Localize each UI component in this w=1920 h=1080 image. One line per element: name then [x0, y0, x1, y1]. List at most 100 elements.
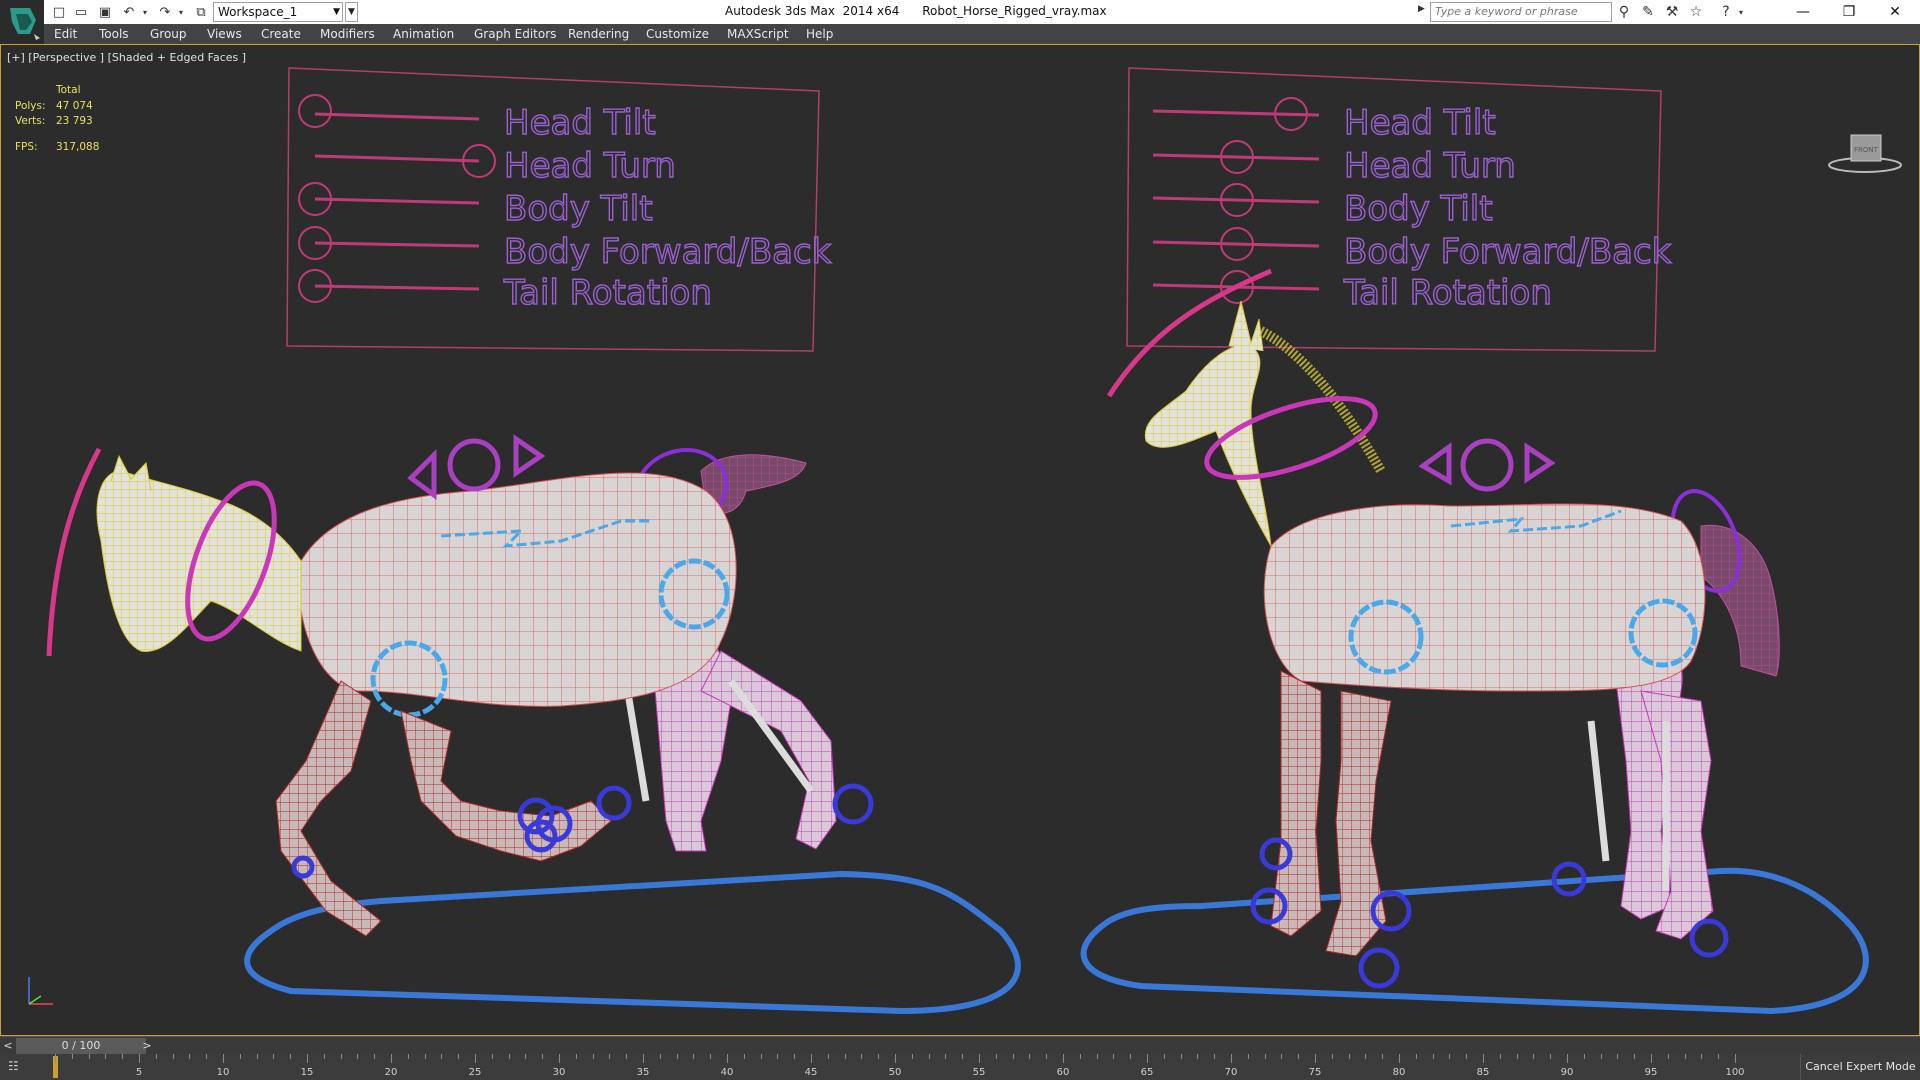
frame-tick: [1163, 1054, 1165, 1059]
frame-tick: [760, 1054, 762, 1059]
menu-create[interactable]: Create: [261, 27, 301, 41]
horse-right[interactable]: [1080, 268, 1869, 1015]
undo-dropdown-icon[interactable]: ▾: [140, 3, 150, 21]
app-logo-button[interactable]: [0, 0, 44, 44]
quick-access-menu-icon[interactable]: ▼: [345, 2, 358, 22]
menu-animation[interactable]: Animation: [393, 27, 454, 41]
slider-track-body-forward-back-left: [314, 241, 480, 248]
frame-tick: [911, 1054, 913, 1059]
frame-tick: [743, 1054, 745, 1059]
frame-tick-label: 60: [1056, 1067, 1070, 1078]
favorites-star-icon[interactable]: ☆: [1686, 3, 1706, 21]
frame-tick: [878, 1054, 880, 1059]
next-frame-button[interactable]: >: [140, 1038, 154, 1054]
restore-button[interactable]: ❐: [1826, 0, 1872, 24]
save-file-icon[interactable]: ▣: [96, 3, 114, 21]
control-panel-right[interactable]: Head Tilt Head Turn Body Tilt Body Forwa…: [1126, 67, 1672, 352]
menu-help[interactable]: Help: [806, 27, 833, 41]
ground-control-right[interactable]: [1080, 867, 1869, 1015]
time-slider-thumb[interactable]: 0 / 100: [16, 1038, 146, 1054]
frame-tick: [239, 1054, 241, 1059]
open-file-icon[interactable]: ▭: [72, 3, 90, 21]
label-tail-rotation-left: Tail Rotation: [503, 273, 712, 313]
cancel-expert-mode-button[interactable]: Cancel Expert Mode: [1800, 1054, 1920, 1080]
frame-tick-label: 85: [1476, 1067, 1490, 1078]
label-body-forward-back-left: Body Forward/Back: [504, 232, 832, 272]
minimize-button[interactable]: —: [1780, 0, 1826, 24]
frame-tick: [1499, 1054, 1501, 1059]
frame-tick-label: 40: [720, 1067, 734, 1078]
frame-tick: [407, 1054, 409, 1059]
menu-modifiers[interactable]: Modifiers: [320, 27, 375, 41]
frame-ruler[interactable]: 5 10 15 20 25 30 35 40 45 50 55 60 65 70 75 80 85 90 95 100: [55, 1054, 1745, 1080]
new-file-icon[interactable]: □: [50, 3, 68, 21]
frame-tick: [928, 1054, 930, 1059]
frame-tick-label: 5: [135, 1067, 143, 1078]
frame-tick: [945, 1054, 947, 1059]
menu-graph-editors[interactable]: Graph Editors: [474, 27, 556, 41]
frame-tick: [290, 1054, 292, 1059]
search-expand-icon[interactable]: ▶: [1418, 4, 1428, 20]
frame-tick-label: 25: [468, 1067, 482, 1078]
frame-tick: [1298, 1054, 1300, 1059]
menu-rendering[interactable]: Rendering: [568, 27, 629, 41]
axis-tripod-icon: [28, 977, 53, 1005]
menu-views[interactable]: Views: [207, 27, 242, 41]
project-folder-icon[interactable]: ⧉: [192, 3, 210, 21]
frame-tick: [1365, 1054, 1367, 1059]
frame-tick: [794, 1054, 796, 1059]
close-button[interactable]: ✕: [1872, 0, 1918, 24]
control-panel-left[interactable]: Head Tilt Head Turn Body Tilt Body Forwa…: [286, 67, 832, 352]
frame-tick: [1147, 1054, 1148, 1063]
frame-tick: [1583, 1054, 1585, 1059]
menu-edit[interactable]: Edit: [54, 27, 77, 41]
frame-tick: [727, 1054, 728, 1063]
ground-control-left[interactable]: [244, 870, 1021, 1015]
frame-tick: [962, 1054, 964, 1059]
help-icon[interactable]: ?: [1716, 3, 1736, 21]
perspective-viewport[interactable]: [+] [Perspective ] [Shaded + Edged Faces…: [0, 44, 1920, 1036]
redo-dropdown-icon[interactable]: ▾: [176, 3, 186, 21]
frame-tick: [693, 1054, 695, 1059]
help-dropdown-icon[interactable]: ▾: [1736, 3, 1746, 21]
frame-tick: [643, 1054, 644, 1063]
frame-tick: [491, 1054, 493, 1059]
frame-tick: [1634, 1054, 1636, 1059]
mini-curve-editor-icon[interactable]: ☷: [8, 1059, 30, 1073]
menu-bar: Edit Tools Group Views Create Modifiers …: [44, 24, 1920, 44]
track-bar[interactable]: ☷ 5 10 15 20 25 30 35 40 45 50 55 60 65 70 75 80 85 90 95 1…: [0, 1054, 1920, 1080]
label-head-tilt-left: Head Tilt: [504, 103, 656, 143]
frame-tick: [676, 1054, 678, 1059]
frame-tick: [1600, 1054, 1602, 1059]
menu-tools[interactable]: Tools: [99, 27, 129, 41]
frame-tick: [189, 1054, 191, 1059]
frame-tick: [559, 1054, 560, 1063]
search-input[interactable]: Type a keyword or phrase: [1430, 2, 1612, 22]
workspace-dropdown[interactable]: Workspace_1 ▼: [213, 2, 343, 22]
frame-tick-label: 35: [636, 1067, 650, 1078]
scene-canvas[interactable]: Head Tilt Head Turn Body Tilt Body Forwa…: [1, 45, 1919, 1035]
undo-icon[interactable]: ↶: [120, 3, 138, 21]
frame-tick-label: 80: [1392, 1067, 1406, 1078]
slider-knob-head-tilt-left[interactable]: [298, 94, 332, 128]
communication-center-icon[interactable]: ⚒: [1662, 3, 1682, 21]
head-tilt-control-left[interactable]: [46, 447, 102, 657]
horse-left[interactable]: [46, 434, 1021, 1015]
frame-tick: [1432, 1054, 1434, 1059]
redo-icon[interactable]: ↷: [156, 3, 174, 21]
menu-maxscript[interactable]: MAXScript: [727, 27, 789, 41]
frame-tick: [71, 1054, 73, 1059]
frame-tick: [895, 1054, 896, 1063]
previous-frame-button[interactable]: <: [1, 1038, 15, 1054]
chevron-down-icon: ▼: [333, 7, 340, 17]
menu-group[interactable]: Group: [150, 27, 187, 41]
menu-customize[interactable]: Customize: [646, 27, 709, 41]
frame-tick: [88, 1054, 90, 1059]
body-control-arrows-right[interactable]: [1418, 438, 1556, 492]
frame-tick: [1264, 1054, 1266, 1059]
slider-track-body-tilt-left: [314, 197, 480, 205]
frame-tick: [1382, 1054, 1384, 1059]
time-slider-bar: < 0 / 100 >: [0, 1036, 1920, 1054]
binoculars-icon[interactable]: ⚲: [1614, 3, 1634, 21]
subscription-icon[interactable]: ✎: [1638, 3, 1658, 21]
